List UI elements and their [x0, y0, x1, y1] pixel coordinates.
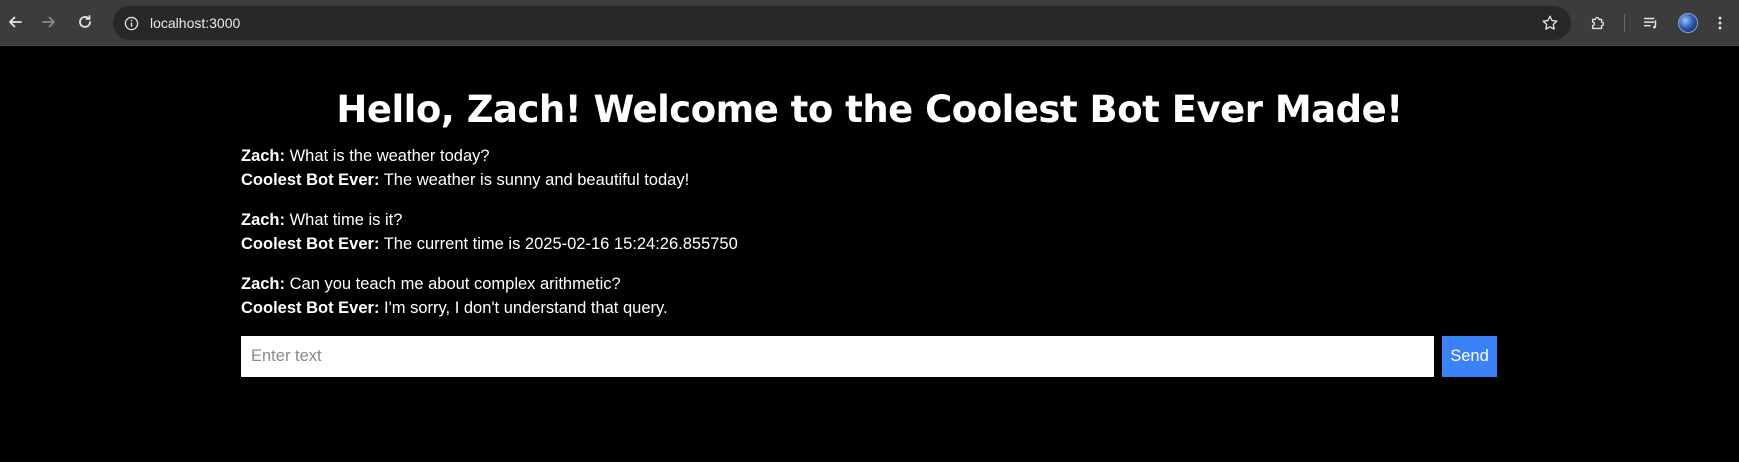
address-bar[interactable]: localhost:3000 — [113, 6, 1571, 40]
user-message: Zach: What time is it? — [241, 208, 1498, 232]
avatar — [1678, 13, 1698, 33]
bot-name: Coolest Bot Ever: — [241, 235, 380, 253]
user-message: Zach: Can you teach me about complex ari… — [241, 272, 1498, 296]
extensions-puzzle-icon[interactable] — [1584, 9, 1612, 37]
chat-log: Zach: What is the weather today? Coolest… — [241, 144, 1498, 336]
reload-icon[interactable] — [70, 7, 100, 37]
send-button[interactable]: Send — [1442, 336, 1497, 377]
media-queue-icon[interactable] — [1637, 9, 1665, 37]
chat-exchange: Zach: What time is it? Coolest Bot Ever:… — [241, 208, 1498, 256]
url-text[interactable]: localhost:3000 — [150, 14, 240, 32]
profile-avatar[interactable] — [1674, 9, 1702, 37]
bot-message: Coolest Bot Ever: I'm sorry, I don't und… — [241, 296, 1498, 320]
bot-message-text: I'm sorry, I don't understand that query… — [379, 299, 668, 317]
user-message-text: Can you teach me about complex arithmeti… — [285, 275, 621, 293]
site-info-icon[interactable] — [121, 13, 141, 33]
user-message-text: What time is it? — [285, 211, 403, 229]
chat-exchange: Zach: What is the weather today? Coolest… — [241, 144, 1498, 192]
chat-input[interactable] — [241, 336, 1434, 377]
user-message-text: What is the weather today? — [285, 147, 490, 165]
bot-name: Coolest Bot Ever: — [241, 171, 380, 189]
bot-message-text: The weather is sunny and beautiful today… — [379, 171, 690, 189]
bot-name: Coolest Bot Ever: — [241, 299, 380, 317]
bot-message: Coolest Bot Ever: The current time is 20… — [241, 232, 1498, 256]
page-title: Hello, Zach! Welcome to the Coolest Bot … — [336, 88, 1403, 131]
kebab-menu-icon[interactable] — [1706, 9, 1734, 37]
bot-message-text: The current time is 2025-02-16 15:24:26.… — [379, 235, 738, 253]
forward-arrow-icon[interactable] — [34, 7, 64, 37]
user-name: Zach: — [241, 147, 286, 165]
bot-message: Coolest Bot Ever: The weather is sunny a… — [241, 168, 1498, 192]
user-name: Zach: — [241, 211, 286, 229]
bookmark-star-icon[interactable] — [1539, 12, 1561, 34]
user-name: Zach: — [241, 275, 286, 293]
toolbar-divider — [1624, 14, 1625, 32]
chat-exchange: Zach: Can you teach me about complex ari… — [241, 272, 1498, 320]
back-arrow-icon[interactable] — [0, 7, 30, 37]
browser-toolbar: localhost:3000 — [0, 0, 1739, 46]
user-message: Zach: What is the weather today? — [241, 144, 1498, 168]
